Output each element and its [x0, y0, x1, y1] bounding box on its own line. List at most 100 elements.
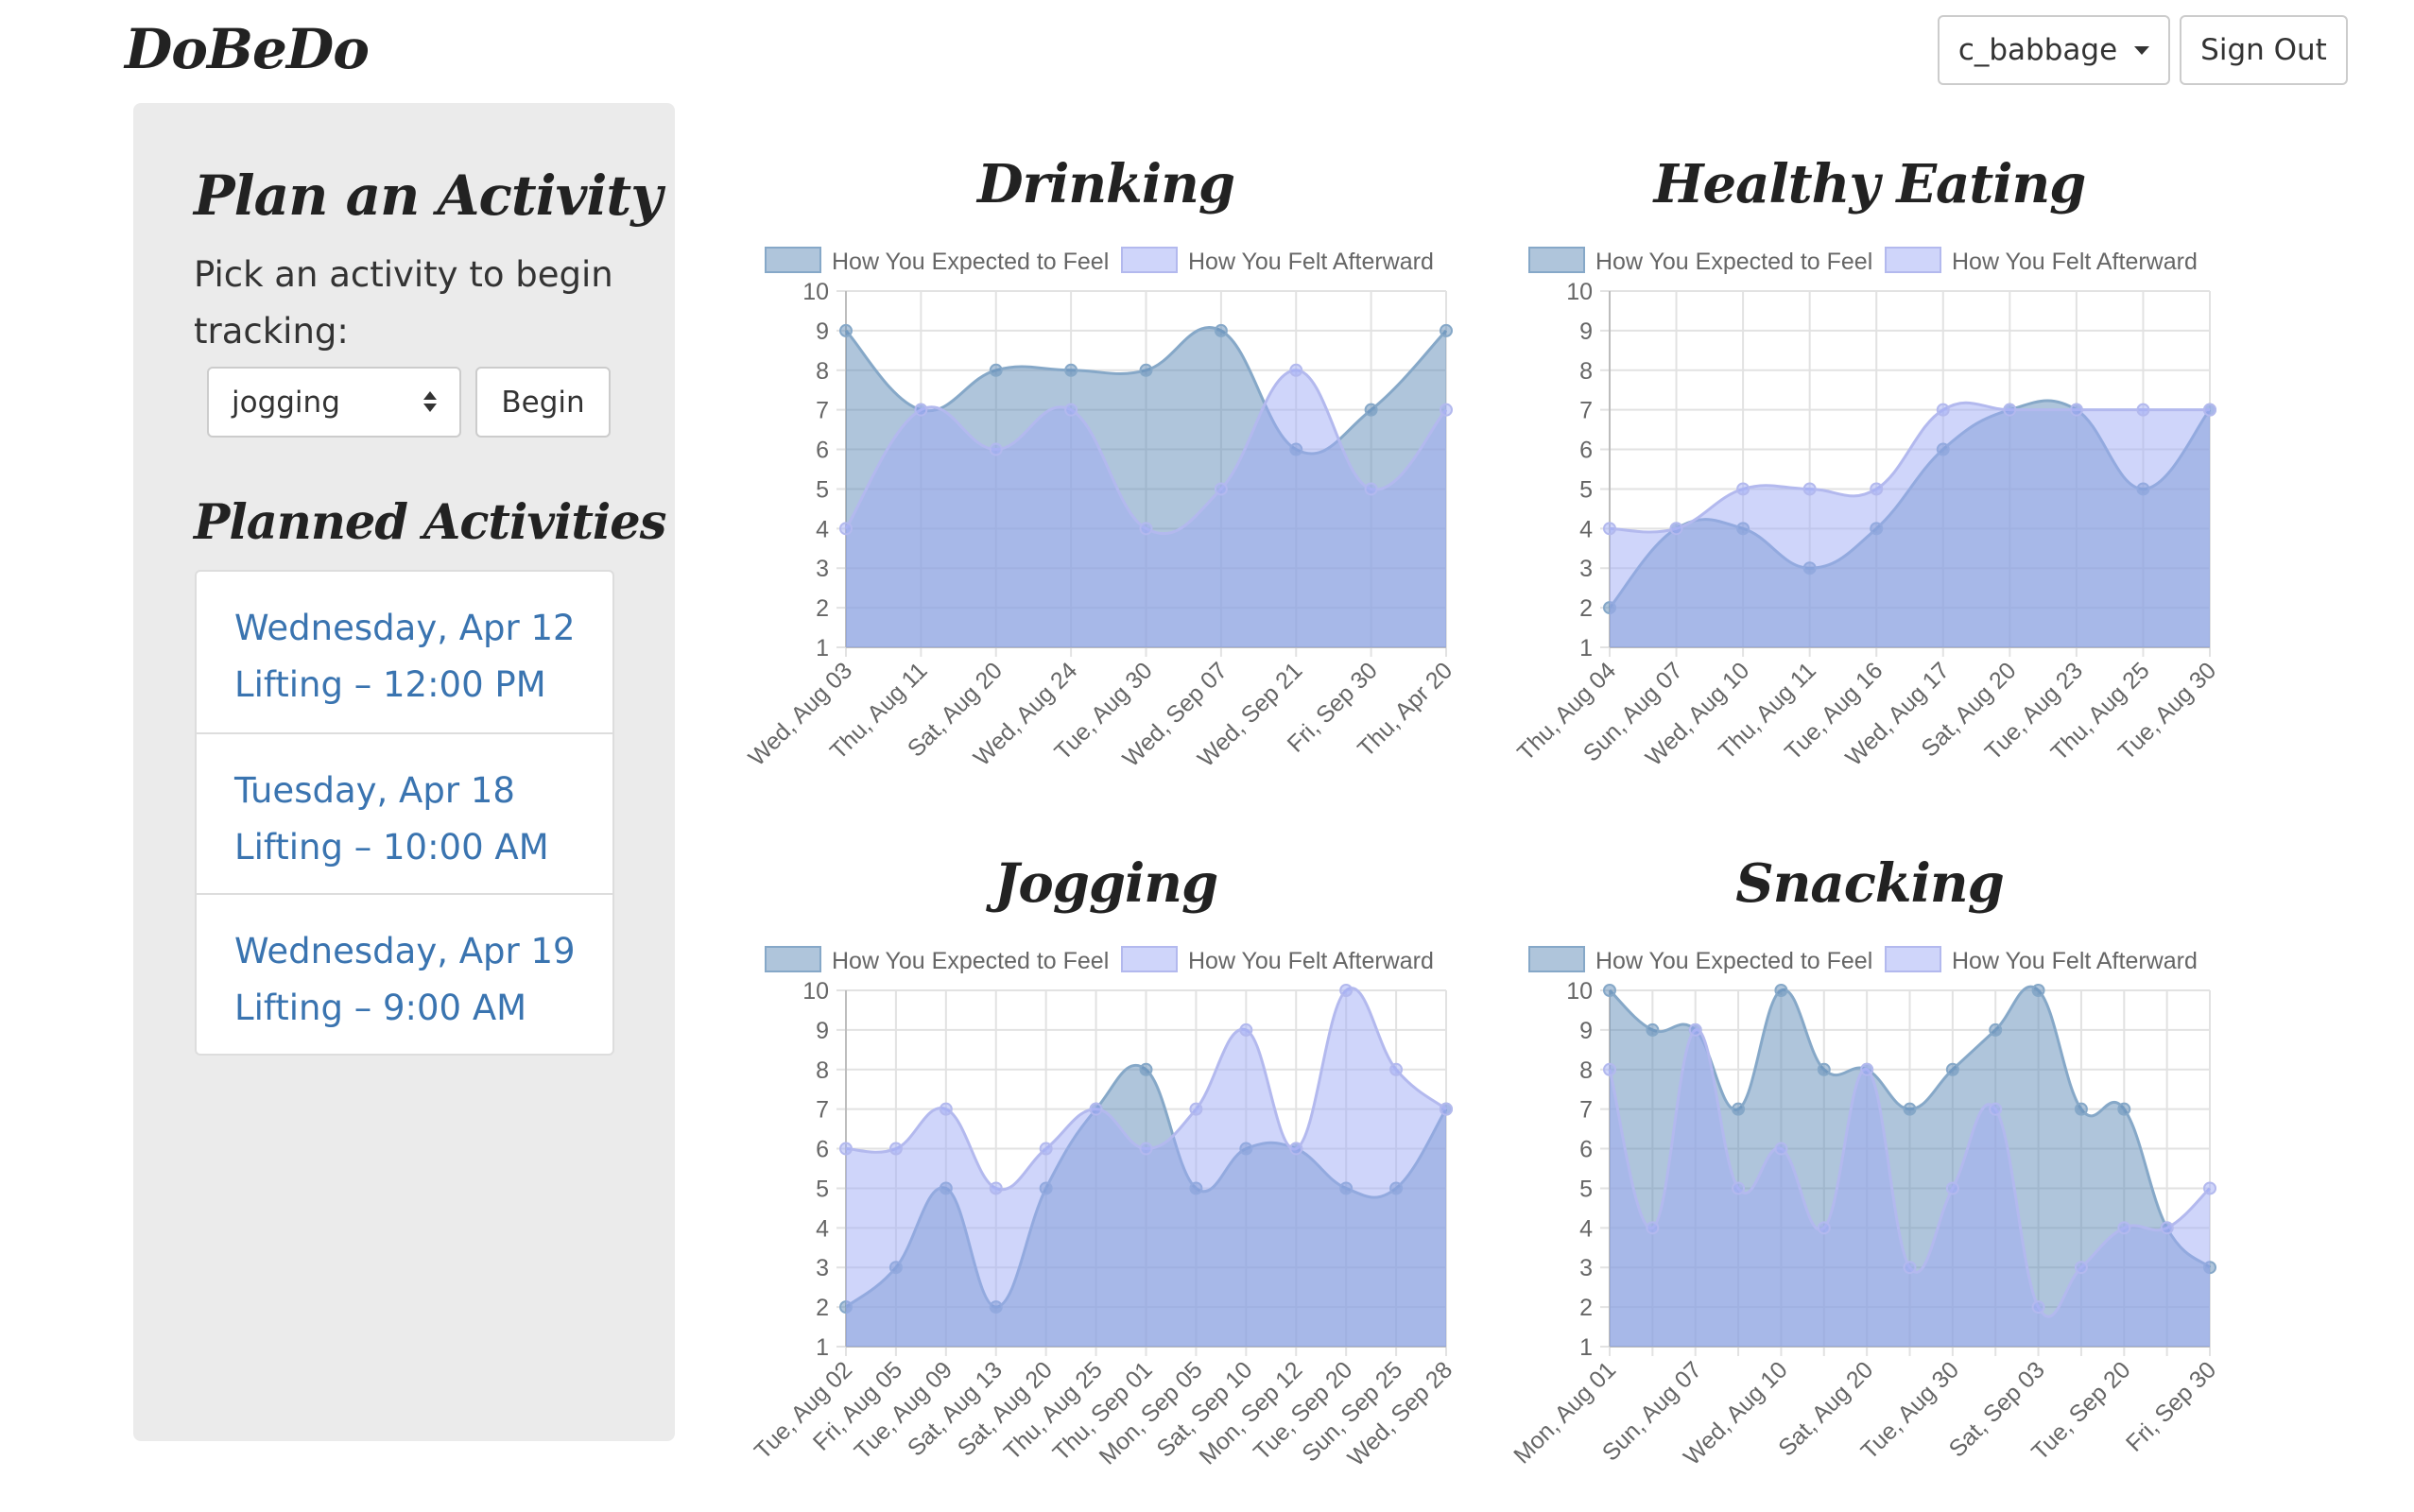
y-tick-label: 2 — [816, 595, 829, 622]
legend-label: How You Felt Afterward — [1188, 249, 1434, 275]
legend-swatch — [765, 247, 821, 273]
data-point — [2003, 403, 2017, 417]
data-point — [989, 363, 1003, 377]
user-menu-label: c_babbage — [1957, 33, 2118, 67]
y-tick-label: 5 — [816, 1176, 829, 1202]
data-point — [2160, 1221, 2174, 1235]
data-point — [839, 1142, 853, 1156]
planned-activity-date: Wednesday, Apr 19 — [234, 931, 576, 971]
data-point — [1039, 1142, 1053, 1156]
series-area-afterward — [1610, 403, 2210, 647]
data-point — [1440, 1102, 1453, 1116]
y-tick-label: 7 — [1579, 398, 1593, 424]
data-point — [989, 442, 1003, 456]
data-point — [2031, 1300, 2045, 1314]
y-tick-label: 9 — [1579, 318, 1593, 345]
chart-drinking: How You Expected to Feel How You Felt Aft… — [744, 247, 1457, 772]
data-point — [1389, 1062, 1404, 1076]
data-point — [1945, 1181, 1959, 1195]
chart-title-drinking: Drinking — [977, 153, 1235, 215]
activity-select[interactable]: jogging — [207, 367, 461, 438]
data-point — [1774, 984, 1788, 997]
y-tick-label: 1 — [816, 1334, 829, 1361]
sign-out-button[interactable]: Sign Out — [2180, 15, 2348, 85]
data-point — [1189, 1102, 1203, 1116]
data-point — [1603, 984, 1616, 997]
data-point — [1870, 482, 1884, 496]
legend-label: How You Felt Afterward — [1952, 948, 2198, 974]
y-tick-label: 9 — [816, 318, 829, 345]
planned-activity-date: Tuesday, Apr 18 — [234, 770, 515, 811]
chart-title-jogging: Jogging — [993, 852, 1218, 915]
data-point — [1214, 323, 1228, 337]
data-point — [2074, 1261, 2088, 1275]
y-tick-label: 7 — [816, 1097, 829, 1124]
y-tick-label: 8 — [816, 358, 829, 385]
legend-swatch — [1885, 946, 1941, 972]
data-point — [1945, 1062, 1959, 1076]
planned-activity-detail: Lifting – 9:00 AM — [234, 988, 527, 1028]
plan-prompt: Pick an activity to begin tracking: — [194, 254, 613, 352]
y-tick-label: 9 — [1579, 1018, 1593, 1044]
data-point — [2117, 1102, 2131, 1116]
planned-activity-date: Wednesday, Apr 12 — [234, 608, 576, 648]
data-point — [1989, 1022, 2003, 1037]
y-tick-label: 8 — [1579, 358, 1593, 385]
y-tick-label: 4 — [816, 1215, 829, 1242]
y-tick-label: 3 — [816, 556, 829, 582]
planned-activities-list: Wednesday, Apr 12 Lifting – 12:00 PM Tue… — [195, 570, 614, 1056]
caret-down-icon — [2134, 45, 2150, 55]
y-tick-label: 10 — [1566, 279, 1593, 305]
x-tick-label: Fri, Sep 30 — [2121, 1356, 2221, 1456]
data-point — [1089, 1102, 1103, 1116]
data-point — [839, 522, 853, 536]
planned-activity-item[interactable]: Wednesday, Apr 19 Lifting – 9:00 AM — [197, 893, 612, 1054]
data-point — [2203, 1181, 2216, 1195]
chart-jogging: How You Expected to Feel How You Felt Aft… — [750, 946, 1457, 1471]
y-tick-label: 6 — [816, 1137, 829, 1163]
data-point — [1214, 482, 1228, 496]
data-point — [1440, 403, 1453, 417]
y-tick-label: 10 — [802, 279, 829, 305]
y-tick-label: 5 — [1579, 1176, 1593, 1202]
data-point — [1669, 522, 1683, 536]
data-point — [1064, 403, 1078, 417]
y-tick-label: 5 — [1579, 476, 1593, 503]
data-point — [1139, 1142, 1153, 1156]
data-point — [1339, 984, 1354, 997]
data-point — [1817, 1062, 1831, 1076]
data-point — [839, 323, 853, 337]
planned-activity-item[interactable]: Wednesday, Apr 12 Lifting – 12:00 PM — [197, 572, 612, 732]
data-point — [1440, 323, 1453, 337]
data-point — [1364, 403, 1378, 417]
data-point — [1936, 403, 1950, 417]
y-tick-label: 2 — [1579, 595, 1593, 622]
y-tick-label: 5 — [816, 476, 829, 503]
y-tick-label: 6 — [1579, 438, 1593, 464]
user-menu-button[interactable]: c_babbage — [1938, 15, 2170, 85]
begin-button[interactable]: Begin — [475, 367, 611, 438]
y-tick-label: 6 — [1579, 1137, 1593, 1163]
data-point — [2117, 1221, 2131, 1235]
legend-swatch — [1885, 247, 1941, 273]
legend-label: How You Felt Afterward — [1188, 948, 1434, 974]
y-tick-label: 8 — [1579, 1057, 1593, 1084]
brand-logo[interactable]: DoBeDo — [125, 17, 370, 81]
planned-activity-detail: Lifting – 12:00 PM — [234, 664, 546, 705]
legend-label: How You Expected to Feel — [832, 948, 1109, 974]
data-point — [1989, 1102, 2003, 1116]
chart-legend: How You Expected to Feel How You Felt Aft… — [1528, 946, 2198, 974]
y-tick-label: 3 — [1579, 1255, 1593, 1281]
planned-activity-item[interactable]: Tuesday, Apr 18 Lifting – 10:00 AM — [197, 732, 612, 893]
legend-swatch — [1121, 247, 1178, 273]
legend-label: How You Felt Afterward — [1952, 249, 2198, 275]
planned-activities-heading: Planned Activities — [194, 494, 666, 551]
activity-select-value: jogging — [232, 385, 340, 420]
y-tick-label: 2 — [1579, 1295, 1593, 1321]
data-point — [2069, 403, 2083, 417]
legend-swatch — [1121, 946, 1178, 972]
data-point — [914, 403, 928, 417]
y-tick-label: 2 — [816, 1295, 829, 1321]
y-tick-label: 8 — [816, 1057, 829, 1084]
chart-title-healthy-eating: Healthy Eating — [1653, 153, 2087, 215]
